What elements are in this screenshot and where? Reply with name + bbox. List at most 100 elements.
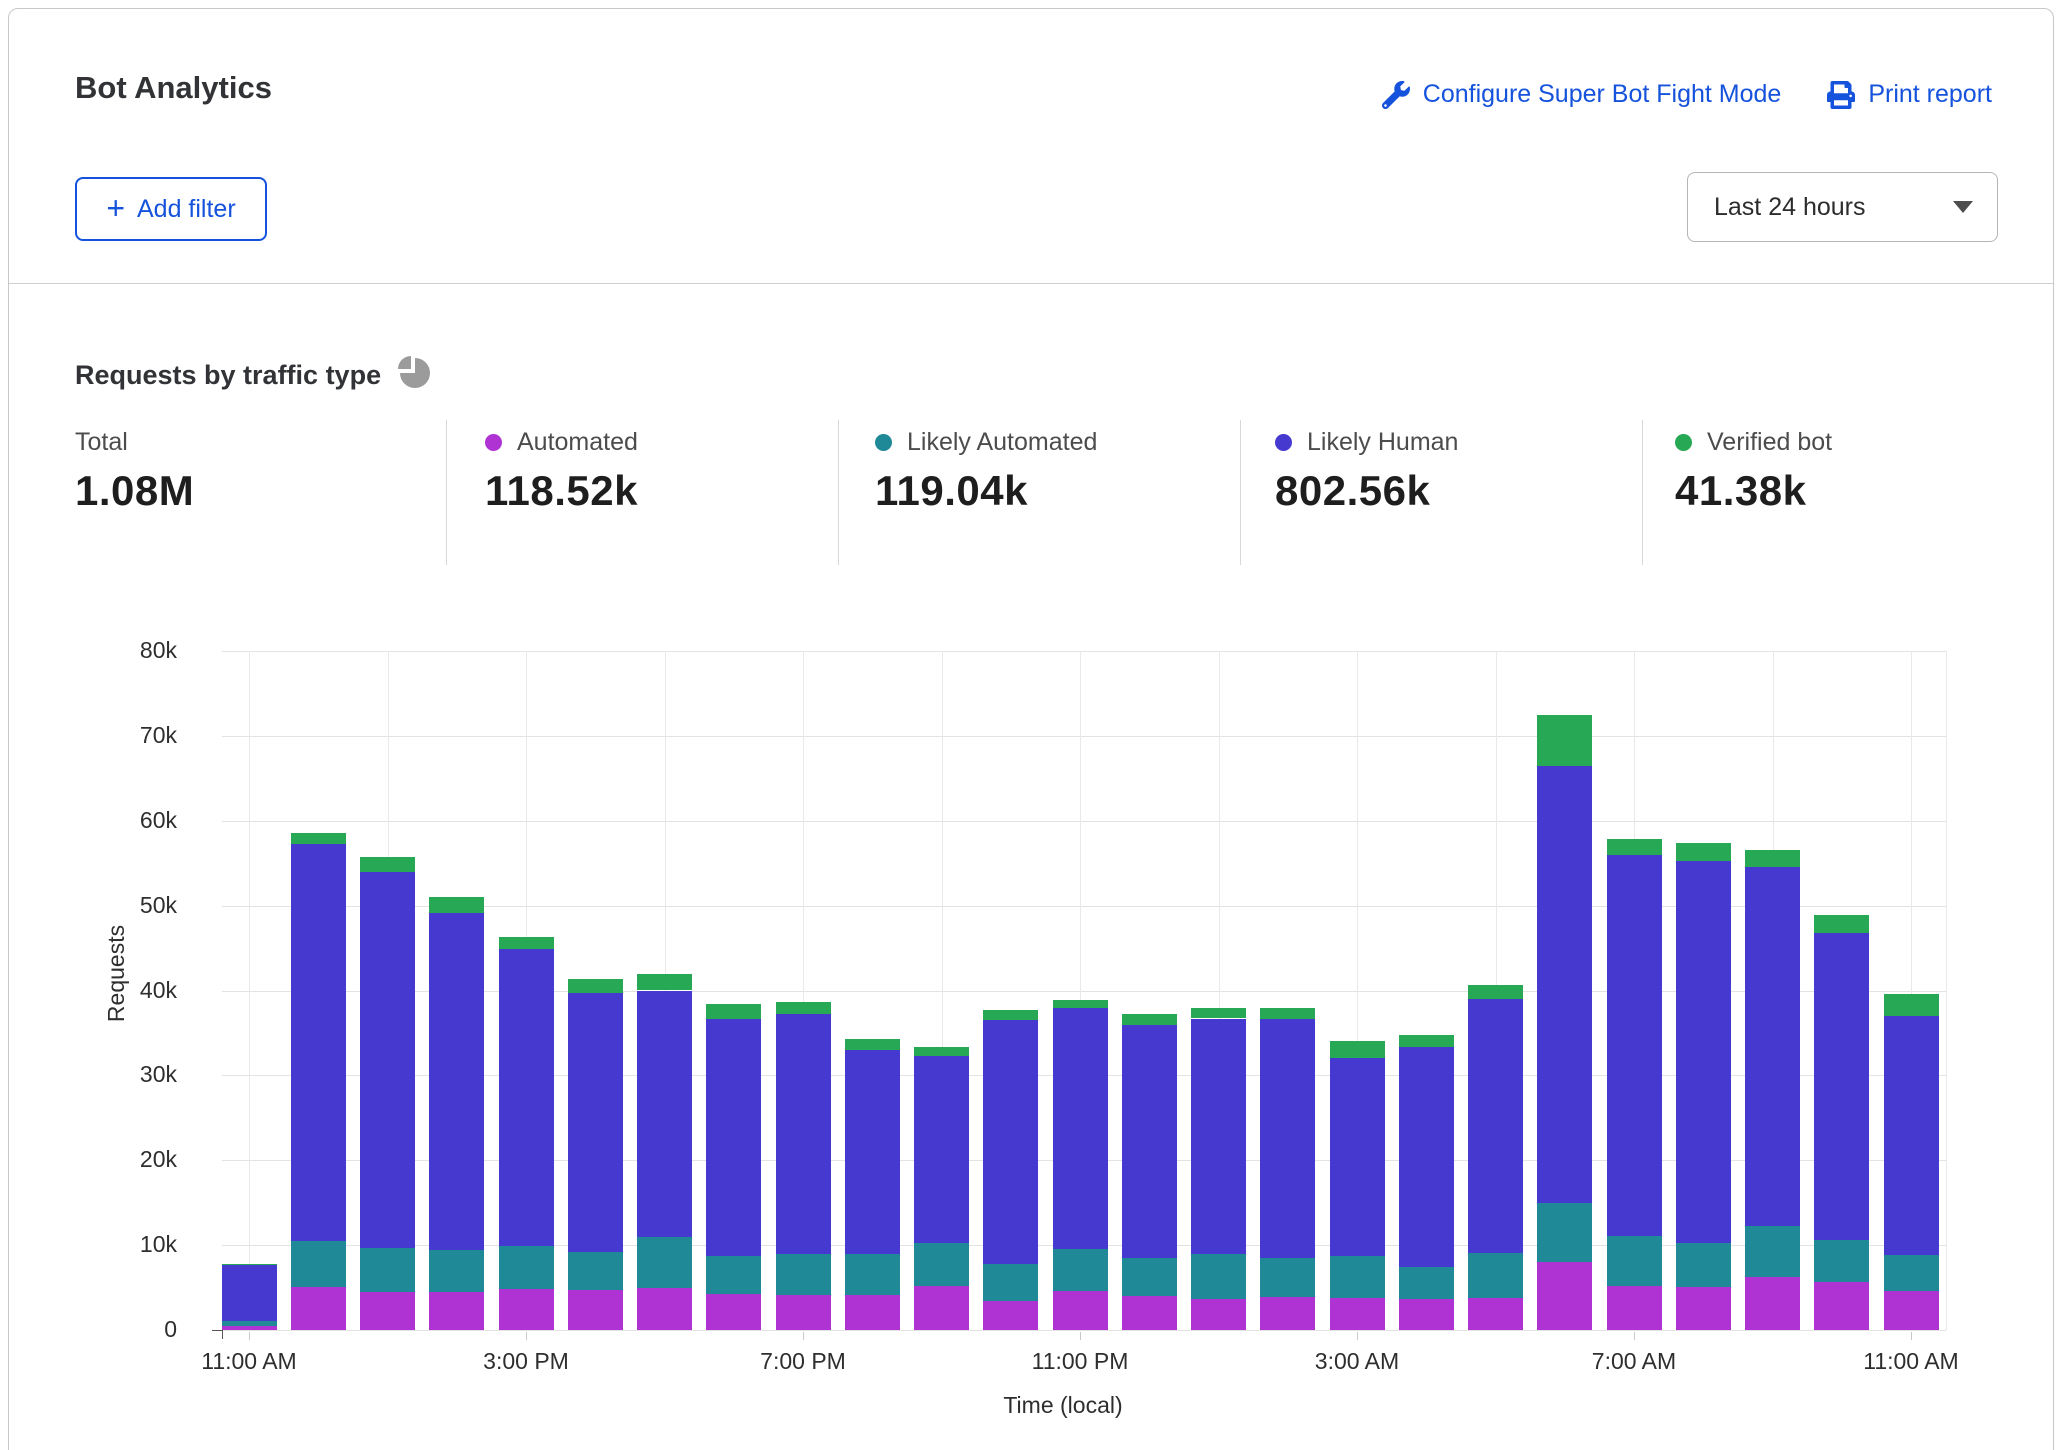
gridline (222, 821, 1946, 822)
bar-segment-automated (1537, 1262, 1592, 1330)
next-card-edge (8, 1442, 2054, 1450)
stat-label: Total (75, 428, 128, 457)
bar-segment-automated (1330, 1298, 1385, 1330)
bar-segment-verified-bot (1260, 1008, 1315, 1019)
bar-segment-automated (1122, 1296, 1177, 1330)
bar-segment-likely-automated (1745, 1226, 1800, 1277)
likely-automated-legend-dot (875, 434, 892, 451)
x-tick-mark (526, 1332, 527, 1340)
bar-segment-likely-human (1676, 861, 1731, 1243)
bar-segment-likely-automated (1884, 1255, 1939, 1291)
stat-divider (1240, 420, 1241, 565)
x-tick-label: 3:00 PM (446, 1348, 606, 1375)
bar-segment-automated (429, 1292, 484, 1330)
stat-likely-automated: Likely Automated 119.04k (875, 428, 1097, 515)
x-tick-mark (803, 1332, 804, 1340)
bar-segment-likely-automated (1122, 1258, 1177, 1296)
stat-divider (446, 420, 447, 565)
bar-segment-automated (1745, 1277, 1800, 1330)
y-tick-label: 70k (60, 722, 177, 749)
bar-segment-likely-automated (706, 1256, 761, 1294)
bar-segment-automated (706, 1294, 761, 1330)
x-tick-mark (1634, 1332, 1635, 1340)
stat-label: Automated (517, 428, 638, 457)
add-filter-label: Add filter (137, 195, 236, 224)
x-tick-label: 11:00 PM (1000, 1348, 1160, 1375)
stat-divider (1642, 420, 1643, 565)
add-filter-button[interactable]: + Add filter (75, 177, 267, 241)
bar-segment-automated (499, 1289, 554, 1330)
page-title: Bot Analytics (75, 70, 272, 106)
bar-segment-likely-human (637, 991, 692, 1238)
bar-segment-likely-automated (568, 1252, 623, 1290)
bar-segment-likely-human (568, 993, 623, 1252)
y-tick-label: 10k (60, 1231, 177, 1258)
x-tick-label: 7:00 AM (1554, 1348, 1714, 1375)
stat-value: 41.38k (1675, 467, 1832, 515)
bar-segment-automated (291, 1287, 346, 1330)
bar-segment-likely-human (1814, 933, 1869, 1240)
y-tick-label: 80k (60, 637, 177, 664)
bar-segment-likely-automated (983, 1264, 1038, 1301)
bar-segment-likely-automated (1468, 1253, 1523, 1298)
configure-link-label: Configure Super Bot Fight Mode (1423, 80, 1782, 109)
bar-segment-automated (1607, 1286, 1662, 1330)
stat-automated: Automated 118.52k (485, 428, 638, 515)
stat-value: 1.08M (75, 467, 194, 515)
stat-value: 118.52k (485, 467, 638, 515)
header-divider (9, 283, 2053, 284)
bar-segment-likely-human (1607, 855, 1662, 1236)
stat-divider (838, 420, 839, 565)
bar-segment-likely-human (1745, 867, 1800, 1225)
bar-segment-automated (360, 1292, 415, 1330)
print-report-link[interactable]: Print report (1827, 80, 1992, 109)
bar-segment-likely-human (291, 844, 346, 1241)
bar-segment-verified-bot (1399, 1035, 1454, 1047)
bar-segment-automated (845, 1295, 900, 1330)
bar-segment-likely-automated (360, 1248, 415, 1292)
bar-segment-likely-automated (914, 1243, 969, 1286)
x-tick-label: 11:00 AM (169, 1348, 329, 1375)
stat-label: Verified bot (1707, 428, 1832, 457)
bar-segment-likely-automated (1330, 1256, 1385, 1298)
bar-segment-automated (1676, 1287, 1731, 1330)
bar-segment-likely-automated (1607, 1236, 1662, 1286)
bar-segment-verified-bot (499, 937, 554, 949)
x-tick-mark (249, 1332, 250, 1340)
bar-segment-likely-automated (845, 1254, 900, 1295)
axis-tick (212, 1330, 222, 1331)
bar-segment-likely-human (1537, 766, 1592, 1203)
bar-segment-likely-human (845, 1050, 900, 1255)
bar-segment-automated (1399, 1299, 1454, 1330)
bar-segment-automated (1468, 1298, 1523, 1330)
bar-segment-likely-automated (776, 1254, 831, 1296)
bar-segment-verified-bot (1191, 1008, 1246, 1018)
stat-verified-bot: Verified bot 41.38k (1675, 428, 1832, 515)
y-tick-label: 20k (60, 1146, 177, 1173)
bar-segment-likely-human (1260, 1019, 1315, 1257)
bar-segment-verified-bot (222, 1264, 277, 1266)
bar-segment-verified-bot (1814, 915, 1869, 933)
stat-likely-human: Likely Human 802.56k (1275, 428, 1458, 515)
verified-bot-legend-dot (1675, 434, 1692, 451)
gridline (222, 651, 1946, 652)
configure-super-bot-fight-mode-link[interactable]: Configure Super Bot Fight Mode (1382, 80, 1782, 109)
bar-segment-likely-human (983, 1020, 1038, 1264)
bar-segment-likely-human (1330, 1058, 1385, 1257)
stat-label: Likely Automated (907, 428, 1097, 457)
x-tick-label: 7:00 PM (723, 1348, 883, 1375)
bar-segment-likely-human (1468, 999, 1523, 1253)
bar-segment-likely-human (360, 872, 415, 1248)
bar-segment-verified-bot (1053, 1000, 1108, 1008)
y-axis-title: Requests (103, 925, 130, 1022)
bar-segment-likely-automated (222, 1321, 277, 1326)
gridline (1946, 651, 1947, 1330)
time-range-select[interactable]: Last 24 hours (1687, 172, 1998, 242)
gridline (222, 1330, 1946, 1331)
bar-segment-verified-bot (983, 1010, 1038, 1020)
bar-segment-likely-automated (1814, 1240, 1869, 1282)
bar-segment-verified-bot (706, 1004, 761, 1018)
bar-segment-automated (776, 1295, 831, 1330)
bar-segment-automated (914, 1286, 969, 1330)
bar-segment-automated (222, 1326, 277, 1330)
